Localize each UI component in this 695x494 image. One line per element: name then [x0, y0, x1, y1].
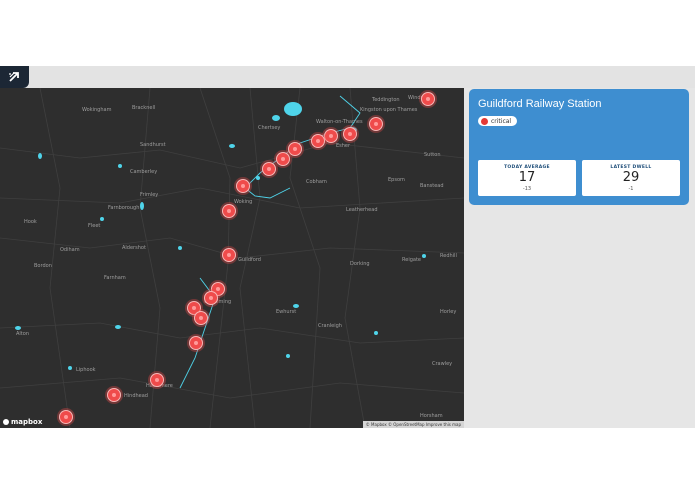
station-info-card: Guildford Railway Station critical TODAY…: [469, 89, 689, 205]
station-marker[interactable]: [324, 129, 338, 143]
place-label: Farnham: [104, 275, 126, 281]
station-marker[interactable]: [369, 117, 383, 131]
station-marker[interactable]: [59, 410, 73, 424]
place-label: Odiham: [60, 247, 80, 253]
station-marker[interactable]: [236, 179, 250, 193]
station-marker[interactable]: [107, 388, 121, 402]
mapbox-logo[interactable]: mapbox: [3, 418, 42, 426]
station-marker[interactable]: [343, 127, 357, 141]
station-marker[interactable]: [222, 248, 236, 262]
place-label: Bracknell: [132, 105, 156, 111]
place-label: Woking: [234, 199, 253, 205]
station-marker[interactable]: [288, 142, 302, 156]
app-window: Teddington Kingston upon Thames Sutton E…: [0, 66, 695, 428]
latest-dwell-stat: LATEST DWELL 29 -1: [582, 160, 680, 196]
place-label: Sutton: [424, 152, 441, 158]
place-label: Liphook: [76, 367, 96, 373]
station-marker[interactable]: [194, 311, 208, 325]
place-label: Teddington: [372, 97, 400, 103]
top-bar: [0, 66, 695, 88]
station-marker[interactable]: [189, 336, 203, 350]
place-label: Wokingham: [82, 107, 112, 113]
place-label: Sandhurst: [140, 142, 166, 148]
place-label: Cobham: [306, 179, 327, 185]
place-label: Cranleigh: [318, 323, 342, 329]
mapbox-brand-text: mapbox: [11, 418, 43, 426]
station-marker[interactable]: [276, 152, 290, 166]
mapbox-icon: [3, 419, 9, 425]
place-label: Hindhead: [124, 393, 148, 399]
map-attribution[interactable]: © Mapbox © OpenStreetMap Improve this ma…: [362, 421, 464, 428]
stat-delta: -13: [522, 186, 532, 192]
place-label: Crawley: [432, 361, 453, 367]
station-marker[interactable]: [311, 134, 325, 148]
place-label: Guildford: [238, 257, 261, 263]
stat-value: 17: [518, 170, 536, 185]
place-label: Hook: [24, 219, 37, 225]
place-label: Epsom: [388, 177, 405, 183]
station-marker[interactable]: [421, 92, 435, 106]
map-view[interactable]: Teddington Kingston upon Thames Sutton E…: [0, 88, 464, 428]
arrow-out-icon: [8, 72, 19, 82]
place-label: Esher: [336, 143, 351, 149]
place-label: Chertsey: [258, 125, 281, 131]
place-label: Bordon: [34, 263, 52, 269]
place-label: Horsham: [420, 413, 443, 419]
status-badge: critical: [478, 116, 518, 126]
place-label: Dorking: [350, 261, 370, 267]
app-logo[interactable]: [0, 66, 29, 88]
place-label: Kingston upon Thames: [360, 107, 418, 113]
place-label: Frimley: [140, 192, 159, 198]
station-marker[interactable]: [150, 373, 164, 387]
place-label: Horley: [440, 309, 457, 315]
stat-value: 29: [622, 170, 640, 185]
place-label: Aldershot: [122, 245, 146, 251]
place-label: Leatherhead: [346, 207, 378, 213]
station-marker[interactable]: [262, 162, 276, 176]
place-label: Walton-on-Thames: [316, 119, 363, 125]
status-dot-icon: [481, 117, 488, 125]
station-title: Guildford Railway Station: [478, 98, 602, 110]
place-label: Camberley: [130, 169, 158, 175]
place-label: Fleet: [88, 223, 101, 229]
place-label: Farnborough: [108, 205, 140, 211]
station-marker[interactable]: [204, 291, 218, 305]
place-label: Reigate: [402, 257, 421, 263]
status-text: critical: [491, 117, 512, 125]
today-average-stat: TODAY AVERAGE 17 -13: [478, 160, 576, 196]
station-marker[interactable]: [222, 204, 236, 218]
stat-delta: -1: [628, 186, 634, 192]
place-label: Banstead: [420, 183, 444, 189]
place-label: Redhill: [440, 253, 457, 259]
place-label: Ewhurst: [276, 309, 297, 315]
place-label: Alton: [16, 331, 29, 337]
